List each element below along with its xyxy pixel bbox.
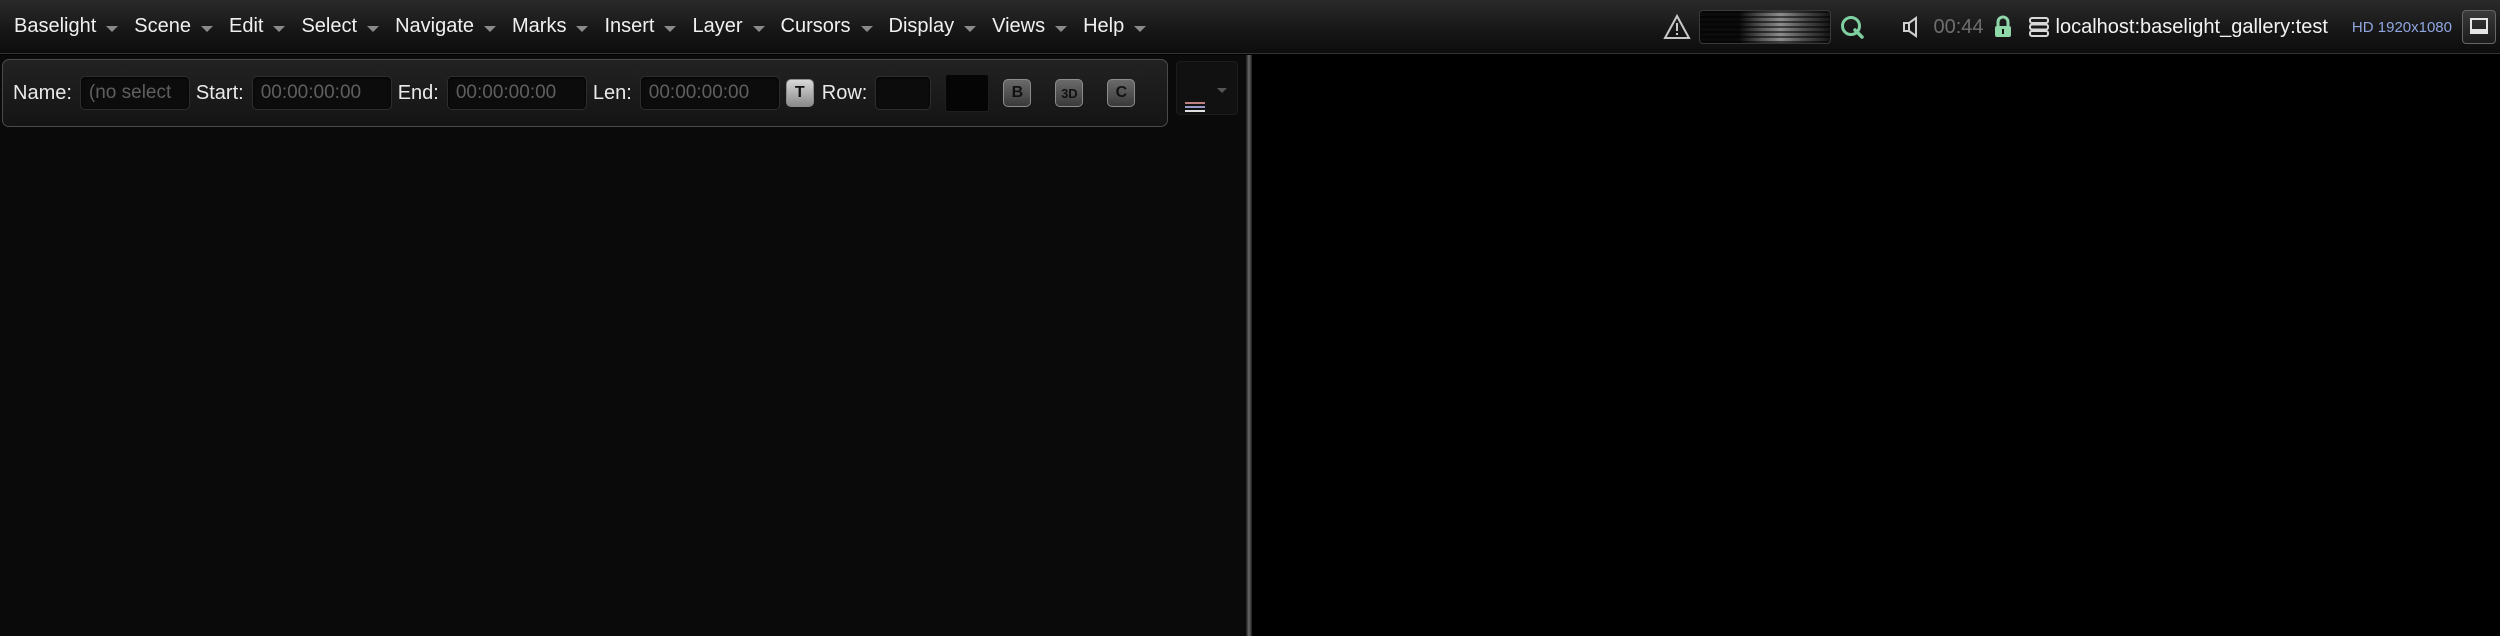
host-label: localhost:baselight_gallery:test	[2055, 15, 2328, 38]
chevron-down-icon	[201, 25, 213, 32]
menu-label: Select	[301, 15, 358, 37]
menu-edit[interactable]: Edit	[221, 0, 293, 53]
database-icon	[2028, 17, 2049, 37]
menu-insert[interactable]: Insert	[596, 0, 684, 53]
status-area: 00:44 localhost:baselight_gallery:test H…	[1663, 0, 2500, 54]
viewer-panel	[1252, 55, 2500, 636]
layer-stack-dropdown[interactable]	[1176, 61, 1238, 115]
end-timecode-field[interactable]: 00:00:00:00	[446, 76, 587, 110]
chevron-down-icon	[576, 25, 589, 32]
left-panel: Name: (no select Start: 00:00:00:00 End:…	[0, 55, 1246, 636]
chevron-down-icon	[1217, 88, 1227, 93]
chevron-down-icon	[1055, 25, 1068, 32]
menu-label: Layer	[692, 15, 743, 37]
menu-views[interactable]: Views	[984, 0, 1075, 53]
monitor-button[interactable]	[2462, 10, 2496, 44]
menu-list: Baselight Scene Edit Select Navigate Mar…	[0, 0, 1154, 53]
menu-label: Views	[992, 15, 1046, 37]
menu-marks[interactable]: Marks	[504, 0, 596, 53]
chevron-down-icon	[860, 25, 873, 32]
menu-label: Display	[888, 15, 955, 37]
q-icon[interactable]	[1839, 14, 1865, 40]
len-label: Len:	[592, 81, 632, 104]
menu-label: Navigate	[395, 15, 474, 37]
row-field[interactable]	[875, 76, 932, 110]
menu-select[interactable]: Select	[293, 0, 387, 53]
start-timecode-field[interactable]: 00:00:00:00	[251, 76, 392, 110]
speaker-icon[interactable]	[1901, 15, 1927, 39]
menu-scene[interactable]: Scene	[126, 0, 221, 53]
3d-button[interactable]: 3D	[1055, 79, 1084, 107]
menu-label: Cursors	[780, 15, 851, 37]
menu-layer[interactable]: Layer	[684, 0, 772, 53]
name-label: Name:	[13, 81, 72, 104]
chevron-down-icon	[964, 25, 977, 32]
chevron-down-icon	[106, 25, 119, 32]
menu-label: Marks	[512, 15, 567, 37]
menu-help[interactable]: Help	[1075, 0, 1154, 53]
t-button[interactable]: T	[785, 79, 814, 107]
menu-label: Baselight	[14, 15, 97, 37]
row-label: Row:	[821, 81, 868, 104]
menu-navigate[interactable]: Navigate	[387, 0, 504, 53]
chevron-down-icon	[1134, 25, 1147, 32]
menu-cursors[interactable]: Cursors	[773, 0, 881, 53]
menu-label: Scene	[134, 15, 191, 37]
length-timecode-field[interactable]: 00:00:00:00	[639, 76, 780, 110]
format-label: HD 1920x1080	[2351, 18, 2452, 36]
name-field[interactable]: (no select	[79, 76, 190, 110]
chevron-down-icon	[752, 25, 765, 32]
chevron-down-icon	[484, 25, 496, 32]
start-label: Start:	[195, 81, 244, 104]
lock-icon[interactable]	[1992, 15, 2014, 39]
colour-swatch[interactable]	[945, 74, 990, 112]
c-button[interactable]: C	[1107, 79, 1136, 107]
menu-bar: Baselight Scene Edit Select Navigate Mar…	[0, 0, 2500, 54]
menu-label: Insert	[604, 15, 655, 37]
b-button[interactable]: B	[1003, 79, 1032, 107]
clock-time: 00:44	[1933, 15, 1984, 38]
menu-label: Edit	[229, 15, 264, 37]
menu-baselight[interactable]: Baselight	[6, 0, 126, 53]
end-label: End:	[397, 81, 439, 104]
menu-label: Help	[1083, 15, 1125, 37]
render-meter[interactable]	[1699, 10, 1832, 44]
layer-stack-icon	[1185, 102, 1205, 114]
chevron-down-icon	[664, 25, 677, 32]
monitor-icon	[2470, 18, 2488, 34]
mark-toolbar: Name: (no select Start: 00:00:00:00 End:…	[2, 59, 1168, 127]
warning-icon[interactable]	[1663, 14, 1692, 40]
chevron-down-icon	[273, 25, 286, 32]
menu-display[interactable]: Display	[881, 0, 985, 53]
chevron-down-icon	[367, 25, 380, 32]
